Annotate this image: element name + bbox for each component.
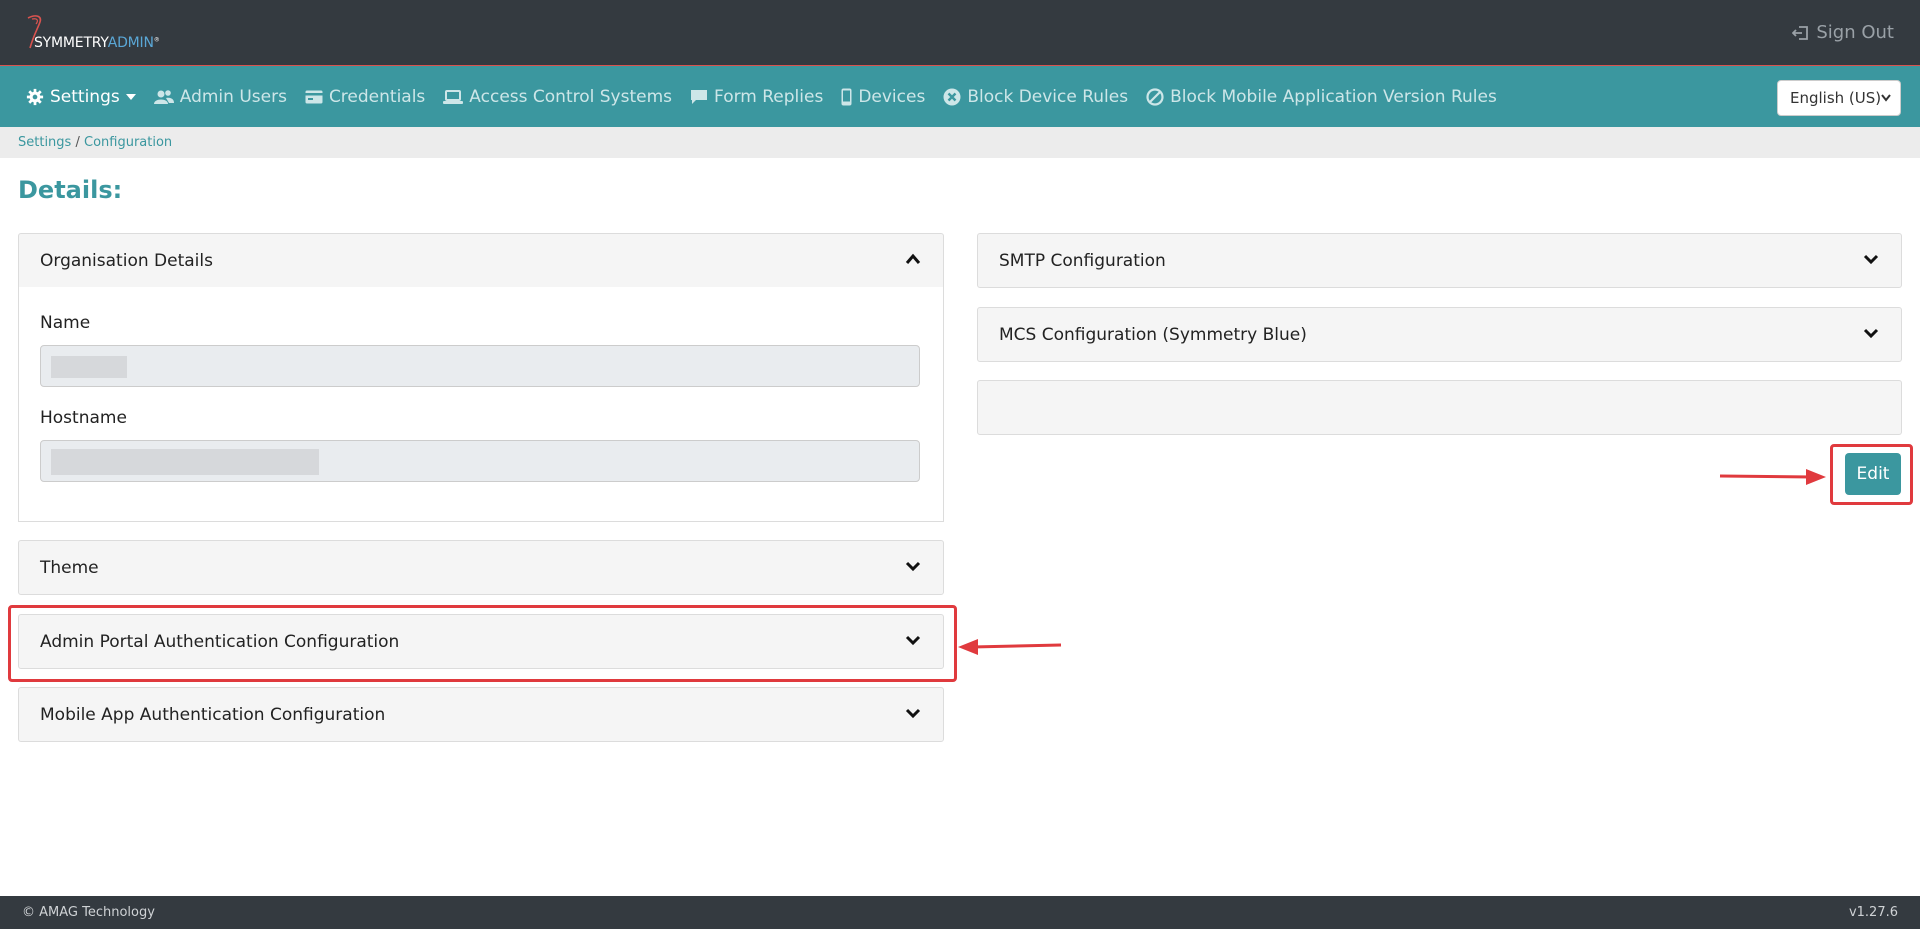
arrow-to-admin-auth — [958, 639, 1062, 655]
footer-copyright: © AMAG Technology — [22, 905, 155, 920]
annotation-arrows — [958, 469, 1826, 655]
footer: © AMAG Technology v1.27.6 — [0, 896, 1920, 929]
arrow-to-edit — [1719, 469, 1826, 485]
footer-version: v1.27.6 — [1848, 905, 1898, 920]
